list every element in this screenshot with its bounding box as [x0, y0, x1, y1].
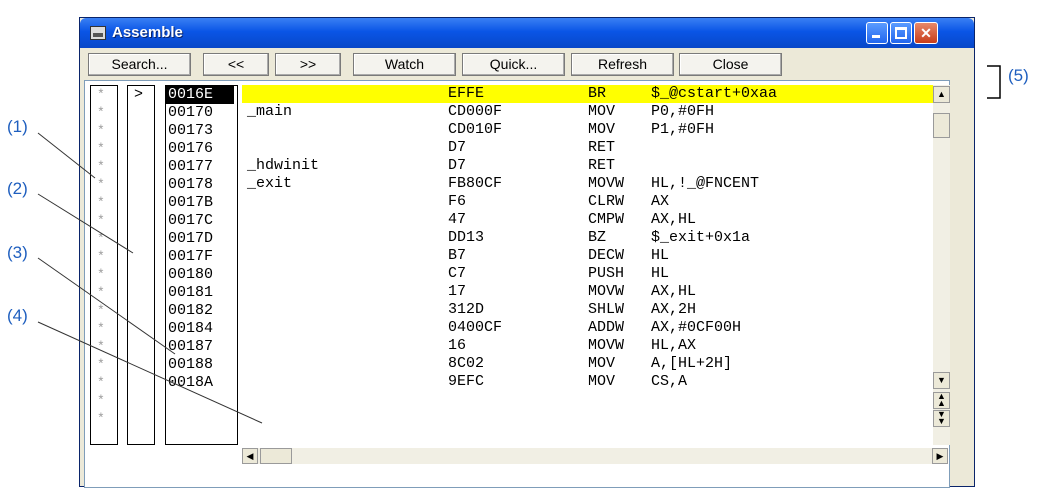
leader-1	[37, 132, 96, 179]
leader-2	[37, 193, 134, 254]
leader-4	[37, 321, 263, 424]
leader-5	[987, 65, 1001, 99]
leader-3	[37, 257, 176, 355]
callout-leader-lines	[37, 65, 1001, 424]
